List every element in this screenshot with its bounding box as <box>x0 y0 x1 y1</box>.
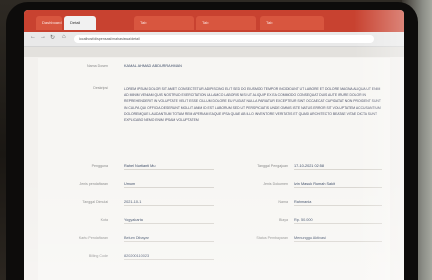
status-pembayaran-value: Menunggu Aktivasi <box>294 236 382 242</box>
browser-tab[interactable]: Tab <box>260 16 324 30</box>
monitor-screen: Dashboard Detail Tab Tab Tab ← → ↻ ⌂ loc… <box>24 10 404 280</box>
browser-tab[interactable]: Dashboard <box>36 16 62 30</box>
browser-tab-active[interactable]: Detail <box>64 16 96 30</box>
back-arrow-icon[interactable]: ← <box>30 34 36 40</box>
billing-code-value: 820200110023 <box>124 254 214 260</box>
jenis-dokumen-label: Jenis Dokumen <box>263 182 288 186</box>
kartu-pendaftaran-value: Belum Dibayar <box>124 236 214 242</box>
deskripsi-text: LOREM IPSUM DOLOR SIT AMET CONSECTETUR A… <box>124 87 381 123</box>
kartu-pendaftaran-label: Kartu Pendaftaran <box>78 236 108 240</box>
tanggal-pengajuan-value: 17-10-2021 02:58 <box>294 164 382 170</box>
browser-tab[interactable]: Tab <box>196 16 256 30</box>
kota-value: Yogyakarta <box>124 218 214 224</box>
browser-tab[interactable]: Tab <box>134 16 194 30</box>
reload-icon[interactable]: ↻ <box>50 34 55 41</box>
deskripsi-label: Deskripsi <box>93 86 108 90</box>
pengguna-label: Pengguna <box>91 164 108 168</box>
browser-address-bar: ← → ↻ ⌂ localhost/dispensasi/mahasiswa/d… <box>24 32 404 47</box>
status-pembayaran-label: Status Pembayaran <box>256 236 288 240</box>
tanggal-pengajuan-label: Tanggal Pengajuan <box>257 164 288 168</box>
biaya-label: Biaya <box>279 218 288 222</box>
pengguna-value: Rahel Nurtianti Mu <box>124 164 214 170</box>
nama-value: Rahmania <box>294 200 382 206</box>
tanggal-dimulai-value: 2021-10-1 <box>124 200 214 206</box>
biaya-value: Rp. 50.000 <box>294 218 382 224</box>
nama-label: Nama <box>278 200 288 204</box>
forward-arrow-icon[interactable]: → <box>40 34 46 40</box>
jenis-dokumen-value: Izin Masuk Rumah Sakit <box>294 182 382 188</box>
kota-label: Kota <box>100 218 108 222</box>
nama-dosen-label: Nama Dosen <box>87 64 108 68</box>
tanggal-dimulai-label: Tanggal Dimulai <box>82 200 108 204</box>
jenis-pendaftaran-label: Jenis pendaftaran <box>79 182 108 186</box>
jenis-pendaftaran-value: Umum <box>124 182 214 188</box>
url-field[interactable]: localhost/dispensasi/mahasiswa/detail <box>74 35 374 43</box>
billing-code-label: Billing Code <box>88 254 108 258</box>
nama-dosen-value: KAMAL AHMAD ABDURRAHMAN <box>124 64 182 68</box>
home-icon[interactable]: ⌂ <box>62 34 66 40</box>
browser-tab-bar: Dashboard Detail Tab Tab Tab <box>24 10 404 32</box>
page-header <box>24 47 404 57</box>
detail-card: Nama Dosen KAMAL AHMAD ABDURRAHMAN Deskr… <box>38 58 390 280</box>
